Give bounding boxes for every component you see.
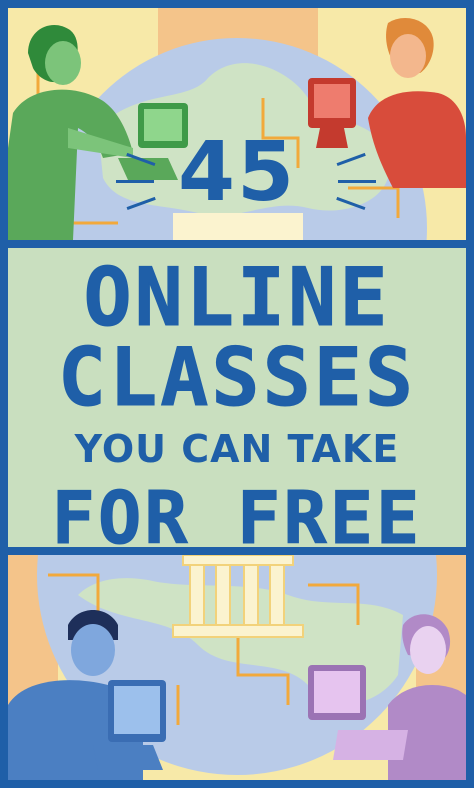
headline-line-you-can-take: YOU CAN TAKE — [74, 427, 400, 471]
headline-line-for-free: FOR FREE — [51, 476, 423, 560]
headline-line-online: ONLINE — [83, 251, 391, 344]
poster: 45 ONLINE CLASSES YOU CAN TAKE FOR FREE — [0, 0, 474, 788]
bottom-illustration — [8, 555, 466, 780]
headline-number: 45 — [177, 125, 297, 220]
bottom-illustration-panel — [8, 555, 466, 780]
headline-line-classes: CLASSES — [57, 331, 417, 424]
